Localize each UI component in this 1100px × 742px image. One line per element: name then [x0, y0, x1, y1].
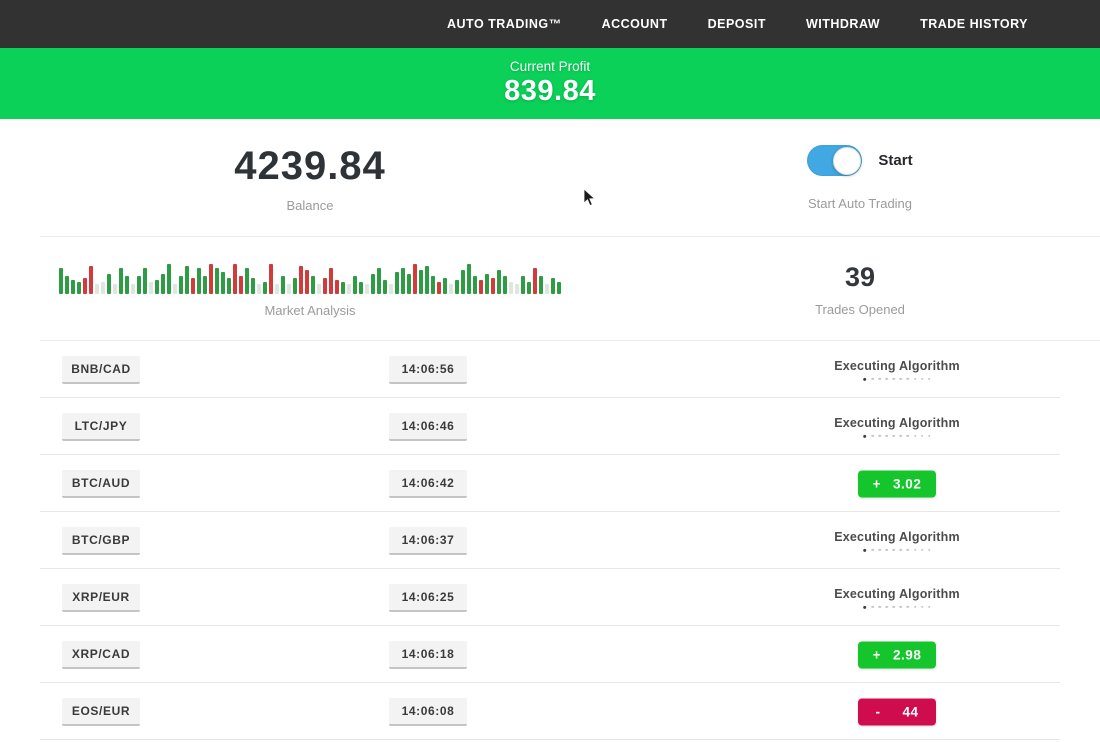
result-badge: - 44 [858, 698, 936, 725]
result-sign: - [875, 704, 880, 719]
current-profit-label: Current Profit [510, 59, 590, 74]
trades-opened-block: 39 Trades Opened [620, 237, 1100, 341]
trade-status: Executing Algorithm [834, 415, 960, 437]
executing-label: Executing Algorithm [834, 586, 960, 600]
balance-label: Balance [287, 198, 334, 213]
executing-status: Executing Algorithm [834, 586, 960, 608]
balance-block: 4239.84 Balance [0, 119, 620, 237]
trades-opened-label: Trades Opened [815, 302, 905, 317]
trade-status: + 3.02 [858, 470, 936, 497]
nav-item[interactable]: TRADE HISTORY [920, 17, 1028, 31]
trade-status: Executing Algorithm [834, 358, 960, 380]
time-chip: 14:06:46 [389, 413, 467, 441]
auto-trading-block: Start Start Auto Trading [620, 119, 1100, 237]
current-profit-banner: Current Profit 839.84 [0, 48, 1100, 119]
result-value: 44 [902, 704, 918, 719]
stats-row: 4239.84 Balance Start Start Auto Trading [0, 119, 1100, 237]
time-chip: 14:06:08 [389, 698, 467, 726]
time-chip: 14:06:56 [389, 356, 467, 384]
trade-row: BTC/AUD 14:06:42 + 3.02 [0, 455, 1100, 512]
market-row: Market Analysis 39 Trades Opened [0, 237, 1100, 341]
time-chip: 14:06:42 [389, 470, 467, 498]
trades-opened-value: 39 [845, 262, 875, 293]
time-chip: 14:06:18 [389, 641, 467, 669]
trade-status: - 44 [858, 698, 936, 725]
executing-status: Executing Algorithm [834, 529, 960, 551]
trade-status: Executing Algorithm [834, 586, 960, 608]
result-value: 2.98 [893, 647, 921, 662]
pair-chip: BTC/AUD [62, 470, 140, 498]
nav-item[interactable]: ACCOUNT [602, 17, 668, 31]
start-auto-trading-toggle[interactable] [807, 145, 862, 176]
trade-row: LTC/JPY 14:06:46 Executing Algorithm [0, 398, 1100, 455]
result-sign: + [873, 647, 881, 662]
pair-chip: BNB/CAD [62, 356, 140, 384]
progress-dots [834, 434, 960, 437]
market-analysis-block: Market Analysis [0, 237, 620, 341]
pair-chip: BTC/GBP [62, 527, 140, 555]
trade-row: XRP/EUR 14:06:25 Executing Algorithm [0, 569, 1100, 626]
executing-status: Executing Algorithm [834, 358, 960, 380]
executing-label: Executing Algorithm [834, 358, 960, 372]
start-auto-trading-caption: Start Auto Trading [808, 196, 912, 211]
trade-row: EOS/EUR 14:06:08 - 44 [0, 683, 1100, 740]
toggle-knob-icon [833, 147, 861, 175]
trade-row: XRP/CAD 14:06:18 + 2.98 [0, 626, 1100, 683]
trade-status: Executing Algorithm [834, 529, 960, 551]
result-badge: + 3.02 [858, 470, 936, 497]
executing-label: Executing Algorithm [834, 529, 960, 543]
top-nav-bar: AUTO TRADING™ ACCOUNT DEPOSIT WITHDRAW T… [0, 0, 1100, 48]
result-value: 3.02 [893, 476, 921, 491]
result-sign: + [873, 476, 881, 491]
nav-item[interactable]: AUTO TRADING™ [447, 17, 562, 31]
result-badge: + 2.98 [858, 641, 936, 668]
pair-chip: EOS/EUR [62, 698, 140, 726]
pair-chip: XRP/CAD [62, 641, 140, 669]
executing-label: Executing Algorithm [834, 415, 960, 429]
progress-dots [834, 377, 960, 380]
pair-chip: LTC/JPY [62, 413, 140, 441]
trades-table: BNB/CAD 14:06:56 Executing Algorithm LTC… [0, 341, 1100, 740]
trade-row: BNB/CAD 14:06:56 Executing Algorithm [0, 341, 1100, 398]
market-analysis-chart [59, 260, 561, 294]
nav-item[interactable]: WITHDRAW [806, 17, 880, 31]
current-profit-value: 839.84 [504, 75, 596, 108]
trade-row: BTC/GBP 14:06:37 Executing Algorithm [0, 512, 1100, 569]
progress-dots [834, 605, 960, 608]
market-analysis-label: Market Analysis [264, 303, 355, 318]
executing-status: Executing Algorithm [834, 415, 960, 437]
toggle-start-label: Start [878, 152, 912, 169]
trade-status: + 2.98 [858, 641, 936, 668]
progress-dots [834, 548, 960, 551]
time-chip: 14:06:37 [389, 527, 467, 555]
balance-value: 4239.84 [234, 144, 386, 189]
pair-chip: XRP/EUR [62, 584, 140, 612]
nav-item[interactable]: DEPOSIT [708, 17, 766, 31]
time-chip: 14:06:25 [389, 584, 467, 612]
